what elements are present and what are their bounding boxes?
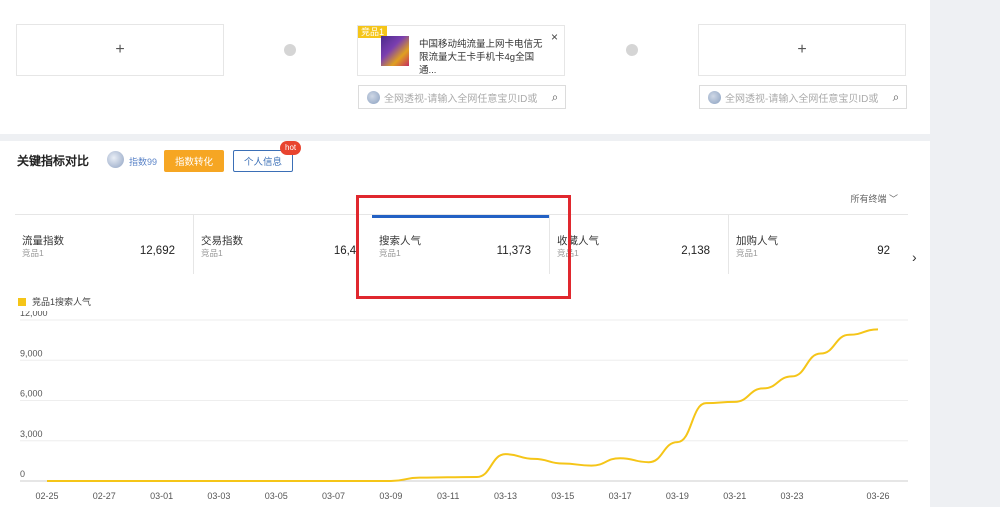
metric-tab-cart[interactable]: 加购人气 竞品1 92	[729, 215, 908, 274]
separator-dot	[284, 44, 296, 56]
x-tick-label: 03-03	[207, 491, 230, 501]
next-arrow-icon[interactable]: ›	[912, 249, 917, 265]
add-competitor-slot-left[interactable]: +	[16, 24, 224, 76]
data-point	[189, 480, 191, 482]
compare-panel: + 竞品1 中国移动纯流量上网卡电信无限流量大王卡手机卡4g全国通... × +…	[0, 0, 930, 134]
x-tick-label: 03-07	[322, 491, 345, 501]
y-tick-label: 9,000	[20, 348, 43, 358]
metric-tab-trade[interactable]: 交易指数 竞品1 16,427	[194, 215, 372, 274]
x-tick-label: 03-09	[379, 491, 402, 501]
y-tick-label: 0	[20, 469, 25, 479]
data-point	[160, 480, 162, 482]
search-input-2[interactable]: 全网透视-请输入全网任意宝贝ID或 ⌕	[699, 85, 907, 109]
data-point	[734, 401, 736, 403]
mascot-icon	[708, 90, 721, 104]
product-thumbnail	[381, 36, 409, 66]
data-point	[590, 464, 592, 466]
x-tick-label: 02-25	[35, 491, 58, 501]
search-input[interactable]: 全网透视-请输入全网任意宝贝ID或 ⌕	[358, 85, 566, 109]
y-tick-label: 12,000	[20, 311, 48, 318]
metric-name: 流量指数	[22, 235, 64, 247]
metric-value: 2,138	[681, 245, 710, 257]
plus-icon: +	[115, 41, 125, 58]
legend-swatch	[18, 297, 26, 306]
search-popularity-chart: 12,000 9,000 6,000 3,000 0 02-25 02-27 03-01 03-…	[20, 311, 908, 501]
x-tick-label: 03-15	[551, 491, 574, 501]
metric-name: 加购人气	[736, 235, 778, 247]
x-tick-label: 03-26	[866, 491, 889, 501]
data-point	[447, 476, 449, 478]
data-point	[332, 480, 334, 482]
data-point	[74, 480, 76, 482]
metric-value: 12,692	[139, 245, 175, 257]
data-point	[819, 352, 821, 354]
right-rail	[930, 0, 1000, 507]
annotation-highlight-box	[356, 195, 571, 299]
x-tick-label: 03-23	[781, 491, 804, 501]
data-point	[361, 480, 363, 482]
data-point	[476, 476, 478, 478]
index-convert-button[interactable]: 指数转化	[164, 150, 224, 172]
hot-badge: hot	[280, 141, 302, 155]
data-point	[275, 480, 277, 482]
x-tick-label: 03-11	[437, 491, 459, 501]
data-point	[132, 480, 134, 482]
metric-name: 交易指数	[201, 235, 243, 247]
chart-legend[interactable]: 竞品1搜索人气	[18, 295, 91, 308]
competitor-product-card[interactable]: 竞品1 中国移动纯流量上网卡电信无限流量大王卡手机卡4g全国通... ×	[357, 25, 565, 76]
x-tick-label: 02-27	[93, 491, 116, 501]
data-point	[848, 334, 850, 336]
metric-sub: 竞品1	[736, 248, 758, 258]
data-point	[619, 457, 621, 459]
search-icon[interactable]: ⌕	[545, 90, 565, 105]
data-point	[877, 328, 879, 330]
x-tick-label: 03-05	[265, 491, 288, 501]
x-tick-label: 03-17	[609, 491, 632, 501]
metric-value: 92	[877, 245, 890, 257]
metric-tab-traffic[interactable]: 流量指数 竞品1 12,692	[15, 215, 194, 274]
x-tick-label: 03-19	[666, 491, 689, 501]
mascot-icon	[367, 90, 380, 104]
data-point	[648, 461, 650, 463]
data-point	[418, 476, 420, 478]
search-placeholder: 全网透视-请输入全网任意宝贝ID或	[384, 93, 538, 105]
data-point	[791, 375, 793, 377]
data-point	[304, 480, 306, 482]
search-icon[interactable]: ⌕	[886, 90, 906, 105]
metric-tab-favorite[interactable]: 收藏人气 竞品1 2,138	[550, 215, 729, 274]
terminal-select[interactable]: 所有终端 ﹀	[850, 192, 898, 205]
data-point	[762, 387, 764, 389]
x-tick-label: 03-13	[494, 491, 517, 501]
series-line	[47, 328, 879, 482]
close-icon[interactable]: ×	[551, 30, 558, 44]
data-point	[218, 480, 220, 482]
x-tick-label: 03-01	[150, 491, 173, 501]
plus-icon: +	[797, 41, 807, 58]
add-competitor-slot-right[interactable]: +	[698, 24, 906, 76]
data-point	[504, 453, 506, 455]
data-point	[533, 458, 535, 460]
data-point	[705, 402, 707, 404]
mascot-icon	[107, 151, 124, 168]
data-point	[46, 480, 48, 482]
data-point	[390, 480, 392, 482]
separator-dot	[626, 44, 638, 56]
y-tick-label: 6,000	[20, 389, 43, 399]
metric-sub: 竞品1	[22, 248, 44, 258]
product-title: 中国移动纯流量上网卡电信无限流量大王卡手机卡4g全国通...	[419, 39, 543, 76]
legend-label: 竞品1搜索人气	[32, 297, 92, 307]
data-point	[676, 441, 678, 443]
section-title: 关键指标对比	[17, 154, 90, 168]
data-point	[246, 480, 248, 482]
x-tick-label: 03-21	[723, 491, 746, 501]
y-tick-label: 3,000	[20, 429, 43, 439]
search-placeholder-2: 全网透视-请输入全网任意宝贝ID或	[725, 93, 879, 105]
data-point	[103, 480, 105, 482]
data-point	[562, 462, 564, 464]
metric-sub: 竞品1	[201, 248, 223, 258]
index-label[interactable]: 指数99	[129, 155, 157, 168]
